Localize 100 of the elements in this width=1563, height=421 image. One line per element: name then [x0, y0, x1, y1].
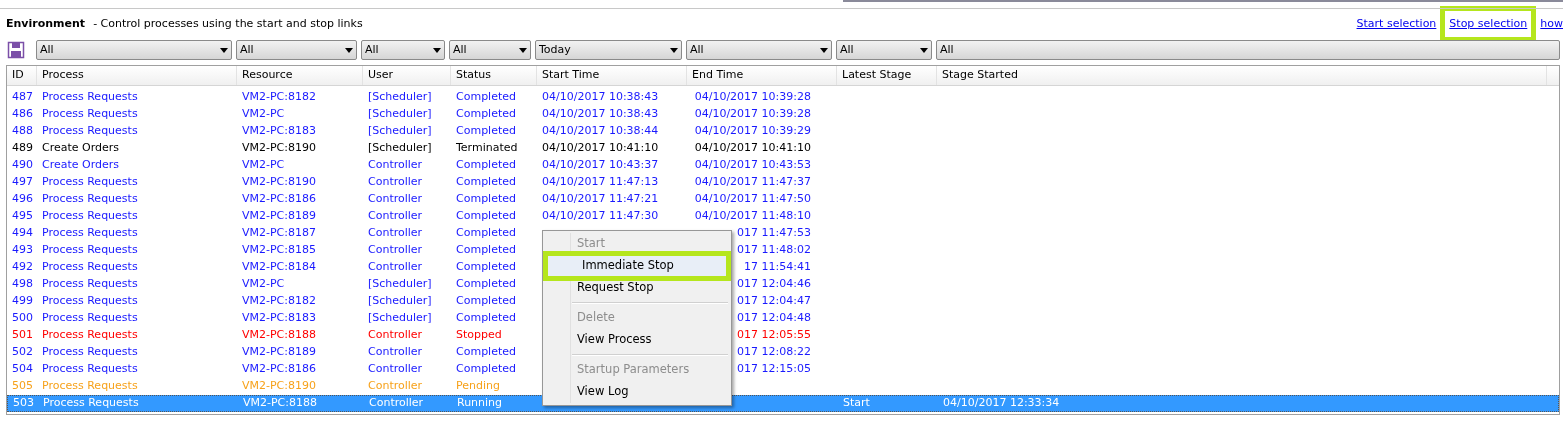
table-cell: 490 [12, 158, 33, 172]
table-cell: Process Requests [42, 345, 138, 359]
caret-icon [345, 47, 353, 53]
table-cell: Controller [368, 362, 423, 376]
table-cell: 487 [12, 90, 33, 104]
table-cell: Controller [368, 260, 423, 274]
filter-dropdown[interactable]: All [236, 40, 357, 60]
table-cell: 486 [12, 107, 33, 121]
save-icon[interactable] [6, 40, 26, 60]
table-cell: Completed [456, 175, 516, 189]
table-cell: Process Requests [42, 243, 138, 257]
table-cell: VM2-PC:8190 [242, 175, 316, 189]
table-cell: 500 [12, 311, 33, 325]
table-cell: Completed [456, 311, 516, 325]
filter-dropdown[interactable]: All [936, 40, 1560, 60]
table-cell: Completed [456, 345, 516, 359]
column-header[interactable]: User [363, 66, 451, 85]
filter-dropdown[interactable]: All [36, 40, 232, 60]
column-header[interactable]: Latest Stage [837, 66, 937, 85]
table-cell: Process Requests [42, 124, 138, 138]
table-cell: Controller [369, 396, 424, 410]
filter-dropdown[interactable]: All [361, 40, 445, 60]
table-cell: VM2-PC:8190 [242, 141, 316, 155]
table-cell: Process Requests [42, 362, 138, 376]
table-cell: VM2-PC [242, 158, 285, 172]
table-cell: 04/10/2017 10:38:44 [542, 124, 659, 138]
table-cell: 495 [12, 209, 33, 223]
table-cell: 04/10/2017 12:33:34 [943, 396, 1060, 410]
table-cell: Controller [368, 345, 423, 359]
table-cell: 04/10/2017 10:41:10 [694, 141, 811, 155]
link[interactable]: how [1540, 17, 1563, 31]
table-cell: Controller [368, 379, 423, 393]
caret-icon [820, 47, 828, 53]
column-header[interactable]: Stage Started [937, 66, 1547, 85]
table-cell: Process Requests [42, 90, 138, 104]
table-cell: VM2-PC:8185 [242, 243, 316, 257]
table-cell: 04/10/2017 10:39:28 [694, 90, 811, 104]
table-cell: Create Orders [42, 141, 120, 155]
table-cell: [Scheduler] [368, 294, 432, 308]
table-cell: VM2-PC:8182 [242, 90, 316, 104]
table-cell: 017 12:15:05 [737, 362, 811, 376]
table-cell: Process Requests [42, 277, 138, 291]
section-description: - Control processes using the start and stop links [93, 15, 363, 32]
table-cell: Stopped [456, 328, 502, 342]
column-header[interactable]: Status [451, 66, 537, 85]
table-cell: 492 [12, 260, 33, 274]
table-cell: 017 11:48:02 [737, 243, 811, 257]
table-cell: 04/10/2017 10:39:28 [694, 107, 811, 121]
filter-dropdown[interactable]: All [836, 40, 932, 60]
filter-dropdown[interactable]: Today [535, 40, 682, 60]
table-cell: Completed [456, 124, 516, 138]
menu-item[interactable]: Immediate Stop [543, 251, 731, 281]
table-cell: 017 12:05:55 [737, 328, 811, 342]
table-cell: 505 [12, 379, 33, 393]
table-cell: VM2-PC:8184 [242, 260, 316, 274]
column-header[interactable]: Resource [237, 66, 363, 85]
table-cell: Start [843, 396, 870, 410]
table-cell: Process Requests [42, 107, 138, 121]
table-cell: 488 [12, 124, 33, 138]
table-cell: 017 12:04:46 [737, 277, 811, 291]
table-cell: [Scheduler] [368, 311, 432, 325]
table-cell: Process Requests [42, 311, 138, 325]
table-cell: 04/10/2017 10:38:43 [542, 107, 659, 121]
table-cell: 04/10/2017 11:48:10 [694, 209, 811, 223]
table-cell: [Scheduler] [368, 107, 432, 121]
table-cell: Completed [456, 192, 516, 206]
table-cell: [Scheduler] [368, 141, 432, 155]
table-cell: VM2-PC:8187 [242, 226, 316, 240]
column-header[interactable]: ID [7, 66, 37, 85]
table-cell: Controller [368, 175, 423, 189]
table-cell: Process Requests [43, 396, 139, 410]
table-cell: Completed [456, 226, 516, 240]
table-cell: 17 11:54:41 [744, 260, 811, 274]
table-cell: Completed [456, 209, 516, 223]
filter-dropdown[interactable]: All [449, 40, 531, 60]
filter-dropdown[interactable]: All [686, 40, 832, 60]
caret-icon [519, 47, 527, 53]
table-cell: Process Requests [42, 328, 138, 342]
table-cell: 504 [12, 362, 33, 376]
table-cell: Controller [368, 158, 423, 172]
table-cell: VM2-PC:8189 [242, 209, 316, 223]
table-cell: VM2-PC [242, 107, 285, 121]
table-cell: Process Requests [42, 192, 138, 206]
caret-icon [670, 47, 678, 53]
table-cell: 04/10/2017 11:47:50 [694, 192, 811, 206]
column-header[interactable]: End Time [687, 66, 837, 85]
column-header[interactable]: Start Time [537, 66, 687, 85]
caret-icon [920, 47, 928, 53]
menu-item[interactable]: View Process [543, 329, 731, 351]
table-cell: Process Requests [42, 175, 138, 189]
link[interactable]: Start selection [1356, 17, 1437, 31]
table-cell: 04/10/2017 11:47:21 [542, 192, 659, 206]
table-cell: 497 [12, 175, 33, 189]
table-cell: Running [457, 396, 503, 410]
table-cell: 017 12:04:47 [737, 294, 811, 308]
table-cell: 498 [12, 277, 33, 291]
table-cell: VM2-PC:8186 [242, 192, 316, 206]
table-cell: Controller [368, 209, 423, 223]
table-cell: 499 [12, 294, 33, 308]
column-header[interactable]: Process [37, 66, 237, 85]
